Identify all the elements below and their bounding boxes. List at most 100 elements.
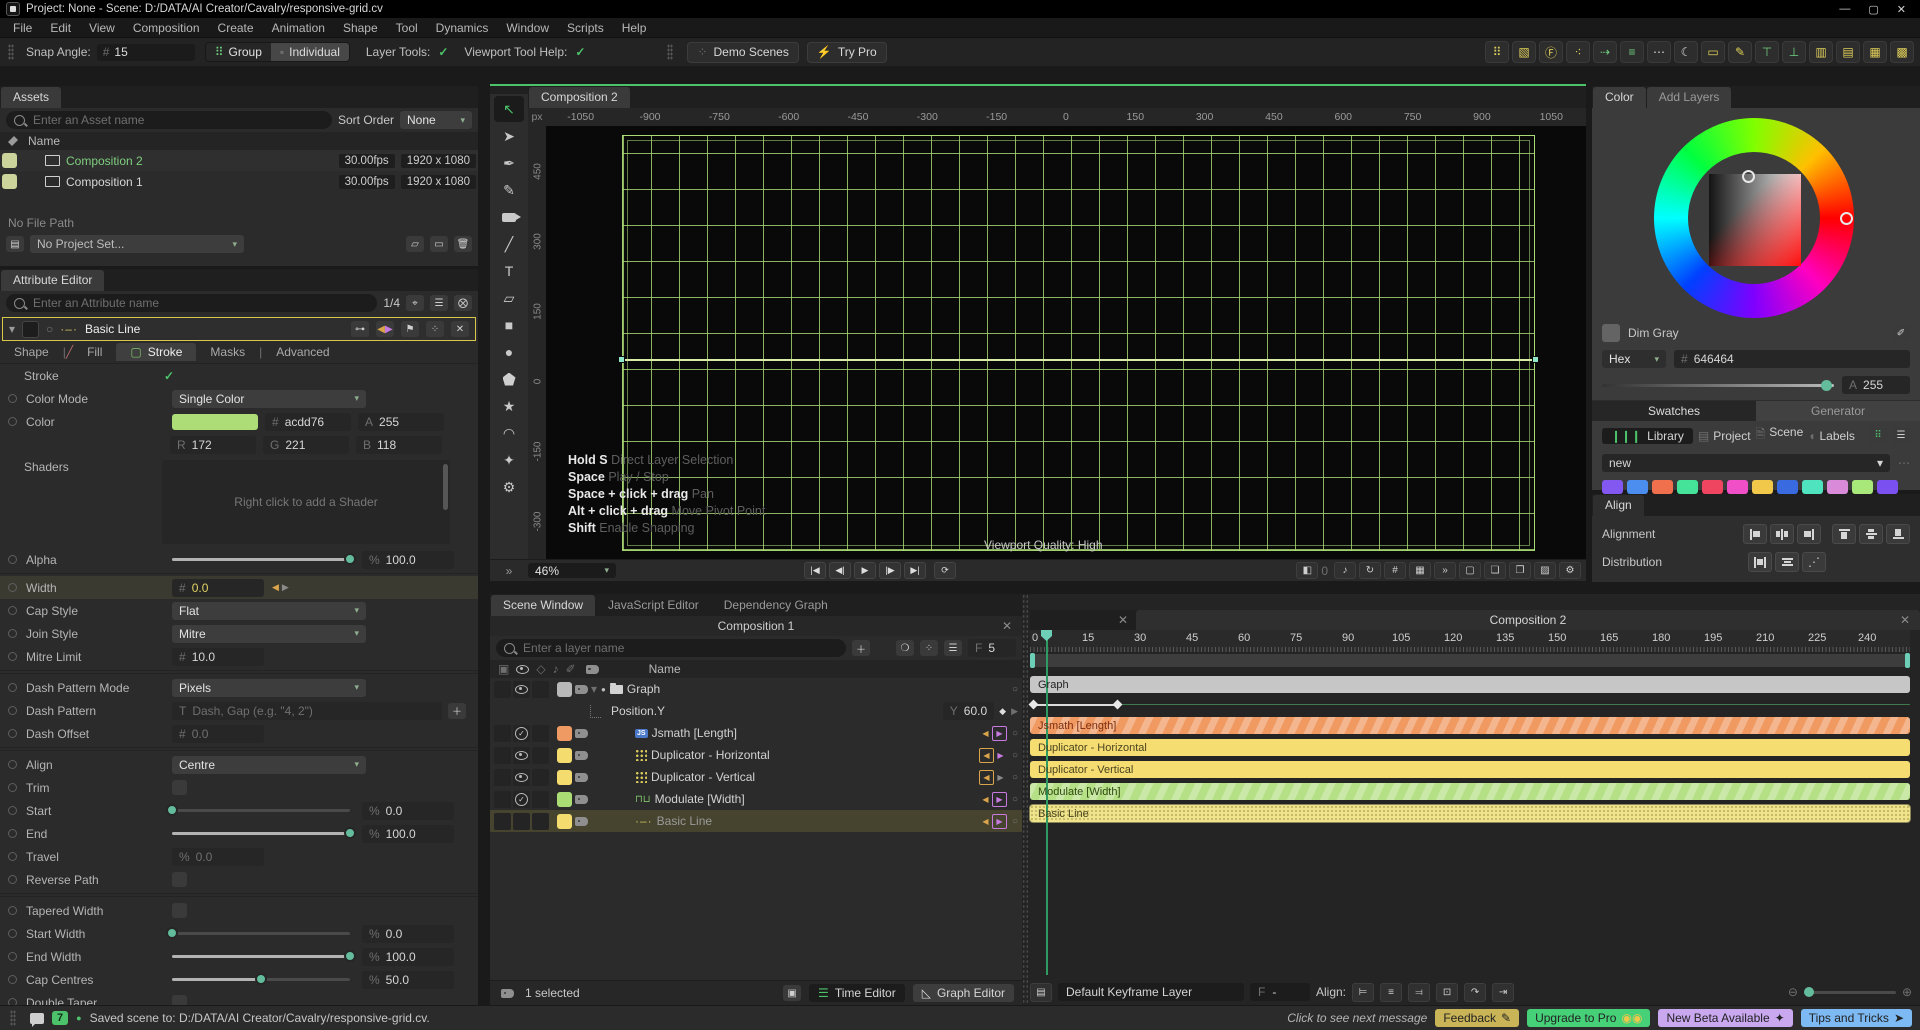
prev-keyframe-icon[interactable]: ◀ xyxy=(272,582,279,593)
tab-dependency-graph[interactable]: Dependency Graph xyxy=(712,595,840,616)
message-count-badge[interactable]: 7 xyxy=(52,1011,68,1025)
palette-swatch[interactable] xyxy=(1827,480,1848,494)
dots-grid-icon[interactable]: ⠿ xyxy=(1485,41,1509,63)
screen-color-icon[interactable]: ▦ xyxy=(1409,562,1431,579)
tab-color[interactable]: Color xyxy=(1593,87,1646,108)
list-view-icon[interactable]: ☰ xyxy=(1892,428,1910,444)
direct-select-tool[interactable]: ➤ xyxy=(494,123,524,149)
next-message-link[interactable]: Click to see next message xyxy=(1287,1011,1427,1025)
menu-tool[interactable]: Tool xyxy=(387,21,427,35)
graph-icon[interactable]: ⊶ xyxy=(351,321,369,337)
align-left-button[interactable] xyxy=(1743,524,1767,544)
output-connection-icon[interactable]: ▶ xyxy=(994,771,1007,784)
mitre-limit-field[interactable]: #10.0 xyxy=(172,648,264,666)
layer-name[interactable]: Duplicator - Vertical xyxy=(651,770,755,784)
keyframe-layer-select[interactable]: Default Keyframe Layer xyxy=(1058,983,1244,1001)
new-beta-available-button[interactable]: New Beta Available✦ xyxy=(1658,1009,1792,1027)
distribute-spacing-button[interactable]: ⋰ xyxy=(1802,552,1826,572)
alpha-field[interactable]: A255 xyxy=(358,413,444,431)
keyframe-dot[interactable] xyxy=(8,906,17,915)
tapered-width-checkbox[interactable] xyxy=(172,903,187,918)
layer-name[interactable]: Graph xyxy=(627,682,660,696)
align-end-icon[interactable]: ⫤ xyxy=(1408,983,1430,1002)
eyedropper-icon[interactable] xyxy=(8,136,18,146)
align-layers-icon[interactable]: ≡ xyxy=(1620,41,1644,63)
align-select[interactable]: Centre▾ xyxy=(172,756,366,774)
menu-help[interactable]: Help xyxy=(613,21,656,35)
transparency-icon[interactable]: ▨ xyxy=(1534,562,1556,579)
track-bar-duplicator-vertical[interactable]: Duplicator - Vertical xyxy=(1030,761,1910,778)
add-icon[interactable]: ＋ xyxy=(448,703,466,719)
asset-search-input[interactable] xyxy=(6,111,332,129)
minimize-button[interactable]: — xyxy=(1839,3,1850,16)
output-connection-icon[interactable]: ▶ xyxy=(992,726,1007,741)
tab-swatches[interactable]: Swatches xyxy=(1592,401,1756,421)
filter-icon[interactable]: ☰ xyxy=(944,640,962,656)
timeline-tab-composition-1[interactable]: ✕ xyxy=(1030,610,1136,630)
alpha-knob[interactable] xyxy=(1821,380,1832,391)
solo-cell[interactable] xyxy=(532,681,549,698)
polygon-tool[interactable] xyxy=(494,366,524,392)
check-circle-icon[interactable]: ✓ xyxy=(515,793,528,806)
layer-color-swatch[interactable] xyxy=(22,321,39,338)
layer-name[interactable]: Basic Line xyxy=(657,814,712,828)
close-icon[interactable]: ✕ xyxy=(1900,613,1910,627)
layer-search-input[interactable] xyxy=(496,639,846,657)
viewport-tool-help-check-icon[interactable]: ✓ xyxy=(575,45,585,59)
zoom-in-icon[interactable]: ⊕ xyxy=(1902,985,1912,999)
keyframe-dot[interactable] xyxy=(8,875,17,884)
cycle-icon[interactable]: ↷ xyxy=(1464,983,1486,1002)
layer-name[interactable]: Modulate [Width] xyxy=(655,792,745,806)
visibility-cell[interactable] xyxy=(513,813,530,830)
statusbar-grip[interactable] xyxy=(10,1010,16,1026)
attribute-name[interactable]: Position.Y xyxy=(611,704,665,718)
time-editor-button[interactable]: ☰ Time Editor xyxy=(809,984,905,1002)
start-value[interactable]: %0.0 xyxy=(362,802,454,820)
zoom-out-icon[interactable]: ⊖ xyxy=(1788,985,1798,999)
align-start-icon[interactable]: ⊨ xyxy=(1352,983,1374,1002)
tab-add-layers[interactable]: Add Layers xyxy=(1647,87,1732,108)
asset-row[interactable]: Composition 1 30.00fps 1920 x 1080 xyxy=(0,171,478,192)
track-bar-jsmath[interactable]: Jsmath [Length] xyxy=(1030,717,1910,734)
solo-cell[interactable] xyxy=(532,725,549,742)
solo-cell[interactable] xyxy=(532,747,549,764)
tag-icon[interactable] xyxy=(575,795,588,804)
toolbar-grip-2[interactable] xyxy=(667,44,673,60)
solo-cell[interactable] xyxy=(532,769,549,786)
library-tab[interactable]: ❙❙❙ Library xyxy=(1602,428,1693,444)
labels-tab[interactable]: ◖Labels xyxy=(1808,429,1855,443)
layer-overlays-icon[interactable]: ❏ xyxy=(1484,562,1506,579)
onion-skin-icon[interactable]: ◧ xyxy=(1296,562,1318,579)
ellipse-tool[interactable]: ● xyxy=(494,339,524,365)
layer-row-basic-line[interactable]: ·–· Basic Line ◀ ▶ ○ xyxy=(490,810,1022,832)
tab-shape[interactable]: Shape xyxy=(0,343,63,361)
speaker-icon[interactable]: ♪ xyxy=(553,662,559,676)
arc-tool[interactable]: ◠ xyxy=(494,420,524,446)
line-end-handle[interactable] xyxy=(1532,356,1539,363)
asset-color-swatch[interactable] xyxy=(2,153,17,168)
audio-icon[interactable]: ♪ xyxy=(1334,562,1356,579)
align-middle-icon[interactable]: ≡ xyxy=(1380,983,1402,1002)
layer-name[interactable]: Jsmath [Length] xyxy=(652,726,737,740)
palette-swatch[interactable] xyxy=(1677,480,1698,494)
table-icon[interactable]: ▩ xyxy=(1890,41,1914,63)
fit-icon[interactable]: ⊡ xyxy=(1436,983,1458,1002)
work-area-bar[interactable] xyxy=(1030,654,1910,667)
try-pro-button[interactable]: ⚡ Try Pro xyxy=(807,42,887,63)
layer-name[interactable]: Duplicator - Horizontal xyxy=(651,748,770,762)
graph-editor-button[interactable]: ◺ Graph Editor xyxy=(913,984,1014,1002)
folder-icon[interactable]: ▱ xyxy=(406,236,424,252)
meter-icon[interactable]: ▭ xyxy=(1701,41,1725,63)
filter-count-field[interactable]: F5 xyxy=(968,639,1016,657)
keyframe-track[interactable] xyxy=(1030,698,1910,711)
columns-icon[interactable]: ▥ xyxy=(1809,41,1833,63)
line-tool[interactable]: ╱ xyxy=(494,231,524,257)
tag-icon[interactable] xyxy=(575,773,588,782)
lock-cell[interactable] xyxy=(494,791,511,808)
track-bar-graph[interactable]: Graph xyxy=(1030,676,1910,693)
attribute-editor-tab[interactable]: Attribute Editor xyxy=(1,270,104,291)
check-circle-icon[interactable]: ✓ xyxy=(515,727,528,740)
palette-select[interactable]: new▾ xyxy=(1602,454,1890,472)
text-tool[interactable]: T xyxy=(494,258,524,284)
layer-tools-check-icon[interactable]: ✓ xyxy=(438,45,448,59)
